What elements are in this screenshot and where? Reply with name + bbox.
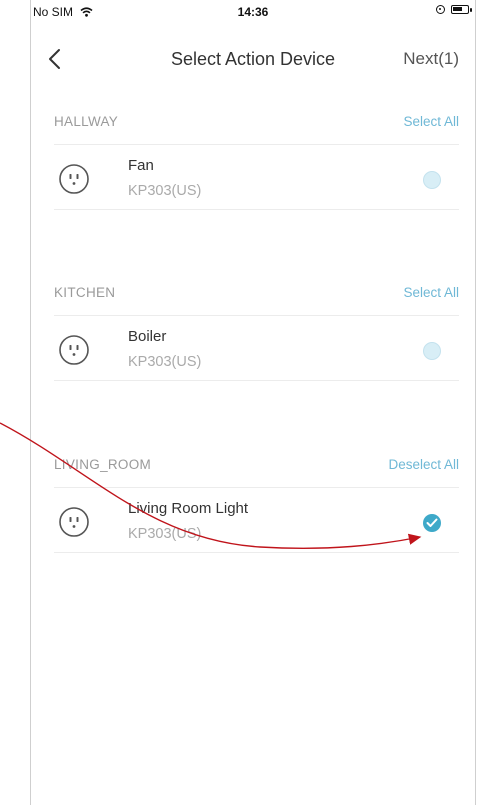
device-name: Living Room Light bbox=[128, 500, 249, 517]
device-model: KP303(US) bbox=[128, 526, 202, 542]
deselect-all-button[interactable]: Deselect All bbox=[388, 457, 459, 472]
status-time: 14:36 bbox=[237, 5, 269, 19]
status-bar: No SIM 14:36 bbox=[31, 0, 475, 22]
status-right bbox=[436, 5, 472, 14]
room-section-hallway: HALLWAY Select All Fan KP303(US) bbox=[31, 104, 475, 210]
device-model: KP303(US) bbox=[128, 183, 202, 199]
select-all-button[interactable]: Select All bbox=[403, 114, 459, 129]
device-row-living-room-light[interactable]: Living Room Light KP303(US) bbox=[54, 487, 459, 553]
room-name: HALLWAY bbox=[54, 114, 119, 129]
smart-plug-icon bbox=[59, 335, 89, 365]
battery-icon bbox=[451, 5, 472, 14]
next-button[interactable]: Next(1) bbox=[403, 49, 459, 69]
device-row-fan[interactable]: Fan KP303(US) bbox=[54, 144, 459, 210]
phone-screen: No SIM 14:36 Select Action Device Next(1… bbox=[0, 0, 481, 805]
device-name: Boiler bbox=[128, 328, 167, 345]
orientation-lock-icon bbox=[436, 5, 445, 14]
device-name: Fan bbox=[128, 157, 154, 174]
smart-plug-icon bbox=[59, 507, 89, 537]
room-section-living-room: LIVING_ROOM Deselect All Living Room Lig… bbox=[31, 447, 475, 553]
room-header: HALLWAY Select All bbox=[31, 104, 475, 144]
device-select-radio[interactable] bbox=[423, 342, 441, 360]
room-section-kitchen: KITCHEN Select All Boiler KP303(US) bbox=[31, 275, 475, 381]
room-name: LIVING_ROOM bbox=[54, 457, 152, 472]
navigation-bar: Select Action Device Next(1) bbox=[31, 34, 475, 84]
device-select-radio[interactable] bbox=[423, 171, 441, 189]
select-all-button[interactable]: Select All bbox=[403, 285, 459, 300]
device-row-boiler[interactable]: Boiler KP303(US) bbox=[54, 315, 459, 381]
device-model: KP303(US) bbox=[128, 354, 202, 370]
room-name: KITCHEN bbox=[54, 285, 116, 300]
frame-border-right bbox=[475, 0, 476, 805]
check-icon bbox=[426, 518, 438, 527]
device-select-radio-checked[interactable] bbox=[423, 514, 441, 532]
room-header: LIVING_ROOM Deselect All bbox=[31, 447, 475, 487]
smart-plug-icon bbox=[59, 164, 89, 194]
room-header: KITCHEN Select All bbox=[31, 275, 475, 315]
